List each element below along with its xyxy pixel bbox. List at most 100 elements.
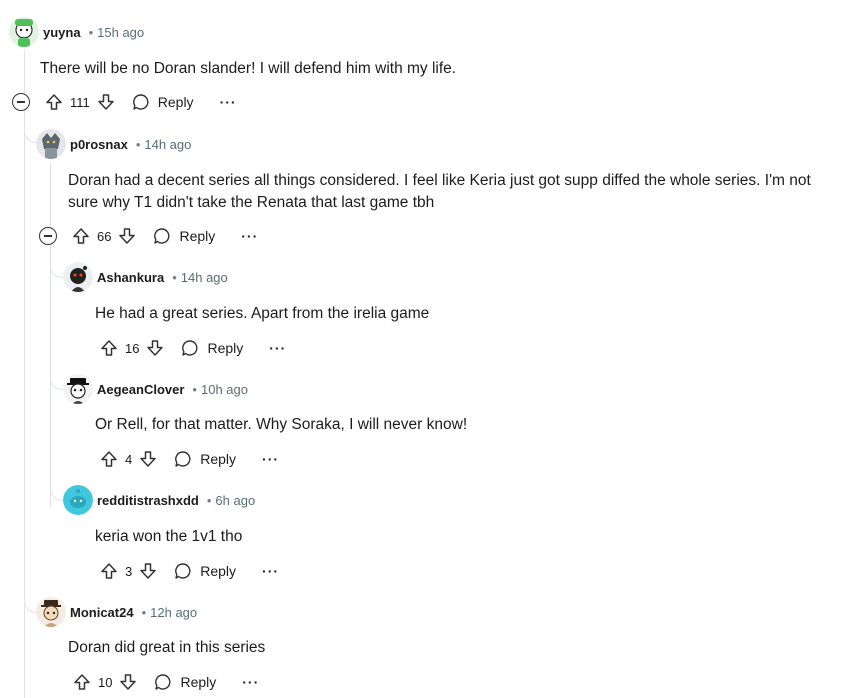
- reply-label: Reply: [180, 674, 217, 690]
- username[interactable]: p0rosnax: [70, 137, 128, 152]
- comment-body: He had a great series. Apart from the ir…: [95, 305, 430, 322]
- downvote-button[interactable]: [117, 226, 137, 246]
- thread-elbow: [50, 366, 63, 390]
- comment-header: yuyna • 15h ago: [9, 15, 144, 49]
- upvote-button[interactable]: [71, 226, 91, 246]
- comment-header: redditistrashxdd • 6h ago: [63, 483, 255, 517]
- timestamp[interactable]: 6h ago: [215, 493, 255, 508]
- downvote-icon: [98, 94, 114, 110]
- reply-button[interactable]: Reply: [153, 227, 215, 245]
- timestamp[interactable]: 15h ago: [97, 25, 144, 40]
- avatar[interactable]: [63, 485, 93, 515]
- thread-elbow: [50, 477, 63, 501]
- vote-score: 111: [70, 94, 90, 110]
- avatar[interactable]: [63, 262, 93, 292]
- downvote-icon: [120, 674, 137, 690]
- comment-body: Doran had a decent series all things con…: [68, 172, 811, 211]
- more-options-button[interactable]: ···: [220, 94, 237, 110]
- downvote-button[interactable]: [138, 561, 158, 581]
- separator-dot: •: [192, 381, 197, 397]
- upvote-button[interactable]: [72, 672, 92, 692]
- reply-button[interactable]: Reply: [132, 93, 194, 111]
- more-options-button[interactable]: ···: [262, 563, 279, 579]
- upvote-icon: [101, 451, 117, 467]
- comment-header: Ashankura • 14h ago: [63, 260, 228, 294]
- chat-bubble-icon: [154, 228, 170, 244]
- upvote-button[interactable]: [99, 449, 119, 469]
- collapse-thread-button[interactable]: [12, 93, 30, 111]
- downvote-button[interactable]: [96, 92, 116, 112]
- username[interactable]: redditistrashxdd: [97, 493, 199, 508]
- reply-button[interactable]: Reply: [181, 339, 243, 357]
- reply-button[interactable]: Reply: [154, 673, 216, 691]
- reply-label: Reply: [207, 340, 244, 356]
- separator-dot: •: [206, 492, 212, 508]
- reply-button[interactable]: Reply: [174, 450, 236, 468]
- separator-dot: •: [141, 604, 147, 620]
- more-options-button[interactable]: ···: [262, 451, 279, 467]
- username[interactable]: yuyna: [43, 25, 81, 40]
- comment-actions: 3 Reply ···: [99, 559, 279, 583]
- reply-label: Reply: [200, 563, 237, 579]
- comment-actions: 16 Reply ···: [99, 336, 286, 360]
- chat-bubble-icon: [132, 94, 149, 110]
- comment-actions: 111 Reply ···: [12, 90, 237, 114]
- username[interactable]: Monicat24: [70, 605, 134, 620]
- chat-bubble-icon: [175, 451, 191, 467]
- timestamp[interactable]: 10h ago: [201, 382, 248, 397]
- upvote-button[interactable]: [44, 92, 64, 112]
- reply-label: Reply: [157, 94, 194, 110]
- avatar[interactable]: [63, 374, 93, 404]
- reply-button[interactable]: Reply: [174, 562, 236, 580]
- username[interactable]: AegeanClover: [97, 382, 184, 397]
- separator-dot: •: [135, 136, 141, 152]
- timestamp[interactable]: 14h ago: [144, 137, 191, 152]
- downvote-button[interactable]: [118, 672, 138, 692]
- comment-header: p0rosnax • 14h ago: [36, 127, 191, 161]
- comment-body: There will be no Doran slander! I will d…: [40, 60, 457, 77]
- downvote-icon: [119, 228, 136, 244]
- downvote-button[interactable]: [138, 449, 158, 469]
- comment-header: Monicat24 • 12h ago: [36, 595, 197, 629]
- upvote-icon: [101, 340, 117, 356]
- more-options-button[interactable]: ···: [241, 228, 258, 244]
- downvote-icon: [140, 563, 156, 579]
- upvote-icon: [46, 94, 62, 110]
- avatar[interactable]: [36, 129, 66, 159]
- chat-bubble-icon: [175, 563, 191, 579]
- vote-score: 66: [97, 228, 112, 244]
- reply-label: Reply: [200, 451, 237, 467]
- downvote-icon: [140, 451, 156, 467]
- vote-score: 3: [125, 563, 133, 579]
- avatar[interactable]: [36, 597, 66, 627]
- timestamp[interactable]: 14h ago: [181, 270, 228, 285]
- username[interactable]: Ashankura: [97, 270, 164, 285]
- downvote-icon: [147, 340, 164, 356]
- upvote-icon: [74, 674, 90, 690]
- upvote-button[interactable]: [99, 338, 119, 358]
- comment-body: Or Rell, for that matter. Why Soraka, I …: [95, 416, 468, 433]
- upvote-icon: [101, 563, 117, 579]
- vote-score: 16: [125, 340, 140, 356]
- avatar[interactable]: [9, 17, 39, 47]
- more-options-button[interactable]: ···: [269, 340, 286, 356]
- comment-body: Doran did great in this series: [68, 639, 266, 656]
- more-options-button[interactable]: ···: [242, 674, 259, 690]
- thread-elbow: [50, 254, 63, 278]
- comment-actions: 66 Reply ···: [39, 224, 258, 248]
- upvote-icon: [73, 228, 89, 244]
- comment-header: AegeanClover • 10h ago: [63, 372, 248, 406]
- timestamp[interactable]: 12h ago: [150, 605, 197, 620]
- upvote-button[interactable]: [99, 561, 119, 581]
- comment-actions: 4 Reply ···: [99, 447, 279, 471]
- minus-icon: [44, 235, 52, 237]
- collapse-thread-button[interactable]: [39, 227, 57, 245]
- comment-body: keria won the 1v1 tho: [95, 528, 243, 545]
- reply-label: Reply: [179, 228, 216, 244]
- vote-score: 4: [125, 451, 133, 467]
- separator-dot: •: [172, 269, 177, 285]
- downvote-button[interactable]: [145, 338, 165, 358]
- chat-bubble-icon: [182, 340, 198, 356]
- comment-actions: 10 Reply ···: [72, 670, 259, 694]
- vote-score: 10: [98, 674, 113, 690]
